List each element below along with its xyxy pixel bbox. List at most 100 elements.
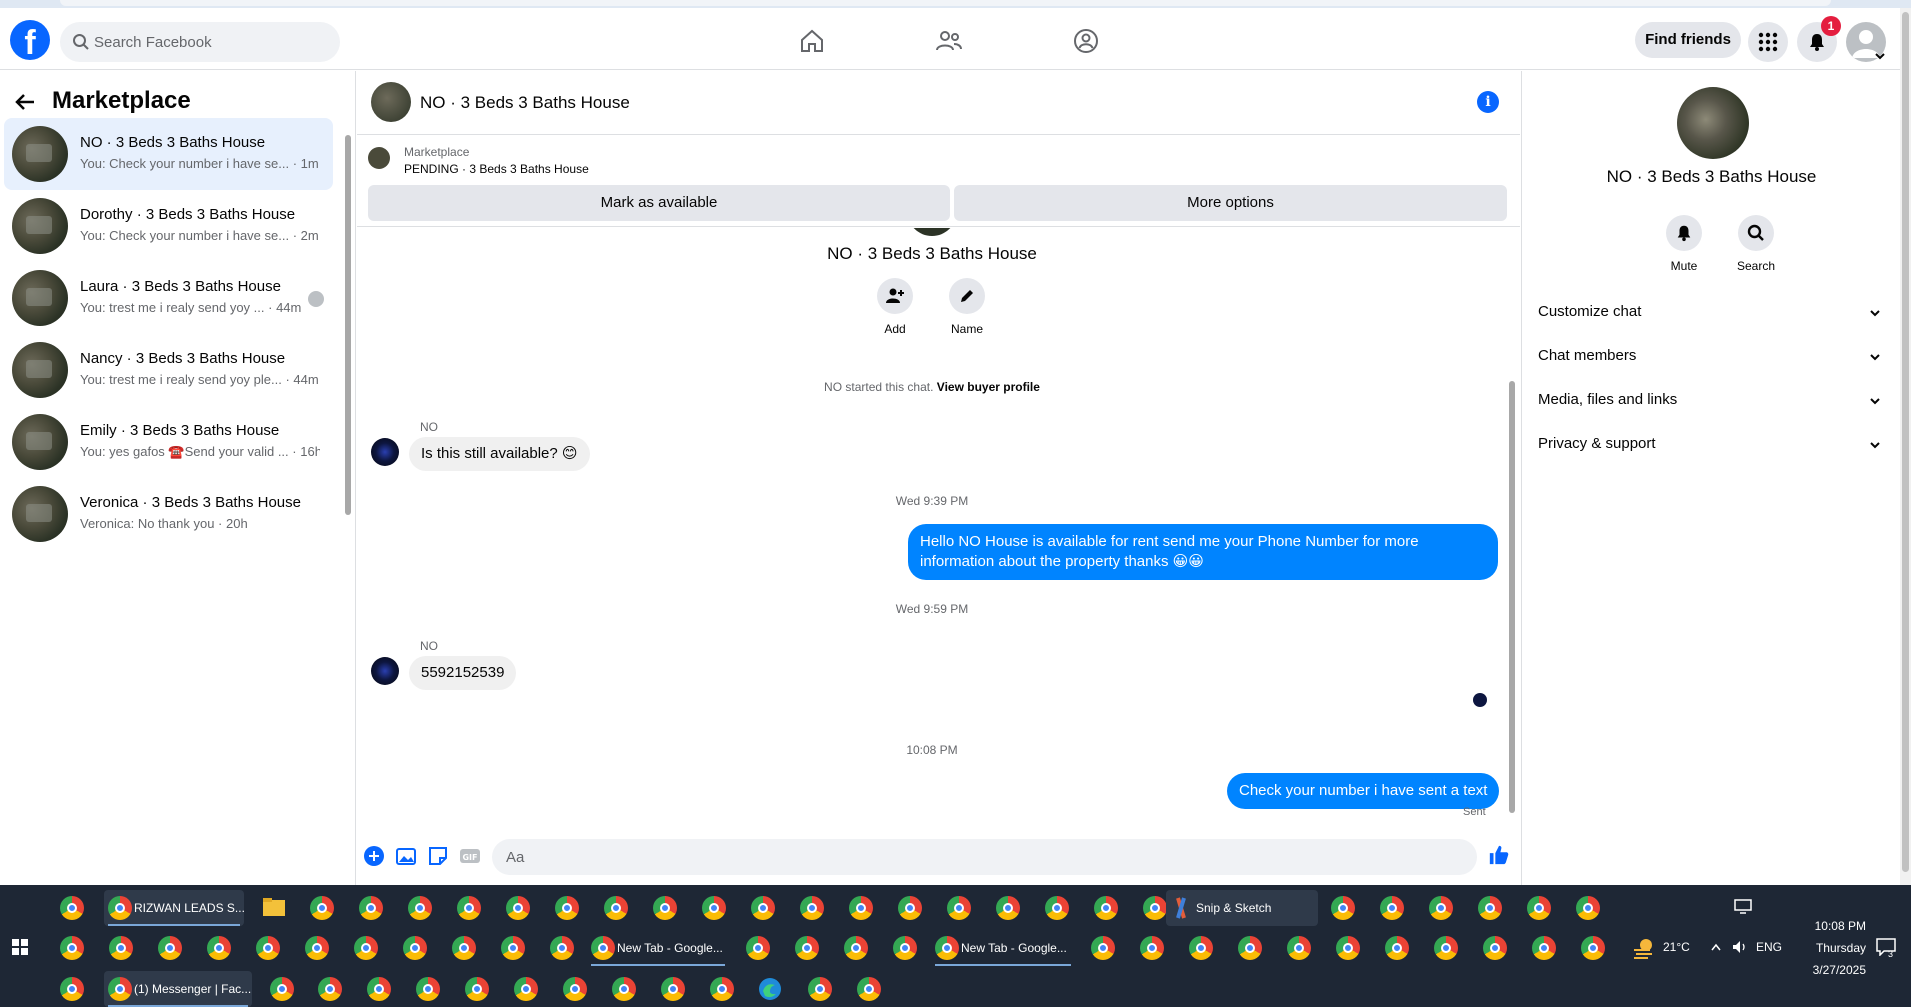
chrome-icon[interactable] — [1429, 896, 1453, 920]
plus-circle-icon[interactable] — [363, 845, 385, 867]
groups-icon[interactable] — [1071, 26, 1101, 56]
chrome-icon[interactable] — [550, 936, 574, 960]
chrome-icon[interactable] — [158, 936, 182, 960]
chrome-icon[interactable] — [653, 896, 677, 920]
chrome-icon[interactable] — [563, 977, 587, 1001]
chrome-icon[interactable] — [710, 977, 734, 1001]
chrome-icon[interactable] — [1532, 936, 1556, 960]
outgoing-message[interactable]: Check your number i have sent a text — [1227, 773, 1500, 809]
conversation-item[interactable]: Nancy · 3 Beds 3 Baths House You: trest … — [4, 334, 333, 406]
photo-icon[interactable] — [395, 845, 417, 867]
conversation-item[interactable]: NO · 3 Beds 3 Baths House You: Check you… — [4, 118, 333, 190]
conversation-item[interactable]: Dorothy · 3 Beds 3 Baths House You: Chec… — [4, 190, 333, 262]
chat-title[interactable]: NO · 3 Beds 3 Baths House — [420, 93, 630, 113]
conversation-avatar[interactable] — [1677, 87, 1749, 159]
customize-chat-section[interactable]: Customize chat — [1530, 290, 1890, 334]
chrome-icon[interactable] — [746, 936, 770, 960]
scrollbar-thumb[interactable] — [1902, 12, 1909, 872]
sticker-icon[interactable] — [427, 845, 449, 867]
listing-status[interactable]: PENDING · 3 Beds 3 Baths House — [404, 162, 589, 176]
chrome-icon[interactable] — [800, 896, 824, 920]
chrome-icon[interactable] — [514, 977, 538, 1001]
chrome-icon[interactable] — [1091, 936, 1115, 960]
temperature-label[interactable]: 21°C — [1663, 940, 1690, 954]
menu-button[interactable] — [1748, 22, 1788, 62]
chrome-icon[interactable] — [452, 936, 476, 960]
chrome-icon[interactable] — [60, 896, 84, 920]
chrome-icon[interactable] — [1483, 936, 1507, 960]
chrome-icon[interactable] — [207, 936, 231, 960]
chrome-icon[interactable] — [893, 936, 917, 960]
conversation-item[interactable]: Veronica · 3 Beds 3 Baths House Veronica… — [4, 478, 333, 550]
mark-as-available-button[interactable]: Mark as available — [368, 185, 950, 221]
friends-icon[interactable] — [934, 26, 964, 56]
message-input-wrapper[interactable] — [492, 839, 1603, 875]
thumbs-up-icon[interactable] — [1488, 844, 1510, 866]
chrome-icon[interactable] — [359, 896, 383, 920]
chrome-icon[interactable] — [1581, 936, 1605, 960]
search-conversation-action[interactable]: Search — [1726, 215, 1786, 273]
edge-icon[interactable] — [758, 977, 782, 1001]
thread-scrollbar[interactable] — [1507, 231, 1517, 821]
media-files-links-section[interactable]: Media, files and links — [1530, 378, 1890, 422]
chrome-icon[interactable] — [305, 936, 329, 960]
chrome-icon[interactable] — [702, 896, 726, 920]
chrome-icon[interactable] — [416, 977, 440, 1001]
scrollbar-thumb[interactable] — [345, 135, 351, 515]
chrome-icon[interactable] — [1238, 936, 1262, 960]
name-action[interactable]: Name — [937, 278, 997, 336]
taskbar-item-snip-sketch[interactable]: Snip & Sketch — [1166, 890, 1318, 926]
message-input[interactable] — [506, 839, 1406, 875]
outgoing-message[interactable]: Hello NO House is available for rent sen… — [908, 524, 1498, 580]
conversation-item[interactable]: Laura · 3 Beds 3 Baths House You: trest … — [4, 262, 333, 334]
mute-action[interactable]: Mute — [1654, 215, 1714, 273]
chevron-up-icon[interactable] — [1710, 942, 1722, 952]
chrome-icon[interactable] — [457, 896, 481, 920]
chrome-icon[interactable] — [270, 977, 294, 1001]
incoming-message[interactable]: 5592152539 — [409, 656, 517, 690]
chrome-icon[interactable] — [1331, 896, 1355, 920]
search-input[interactable] — [94, 22, 334, 62]
chrome-icon[interactable] — [555, 896, 579, 920]
back-arrow-icon[interactable] — [14, 91, 36, 113]
chrome-icon[interactable] — [506, 896, 530, 920]
chrome-icon[interactable] — [1336, 936, 1360, 960]
chrome-icon[interactable] — [898, 896, 922, 920]
weather-icon[interactable] — [1632, 937, 1656, 959]
facebook-logo[interactable]: f — [10, 20, 50, 60]
chrome-icon[interactable] — [661, 977, 685, 1001]
chevron-down-icon[interactable] — [1874, 50, 1886, 62]
chrome-icon[interactable] — [996, 896, 1020, 920]
chrome-icon[interactable] — [256, 936, 280, 960]
search-box[interactable] — [60, 22, 340, 62]
chrome-icon[interactable] — [367, 977, 391, 1001]
chrome-icon[interactable] — [60, 936, 84, 960]
chat-members-section[interactable]: Chat members — [1530, 334, 1890, 378]
chrome-icon[interactable] — [604, 896, 628, 920]
add-people-action[interactable]: Add — [865, 278, 925, 336]
chrome-icon[interactable] — [465, 977, 489, 1001]
chrome-icon[interactable] — [751, 896, 775, 920]
incoming-message[interactable]: Is this still available? 😊 — [409, 437, 590, 471]
chrome-icon[interactable] — [947, 896, 971, 920]
gif-icon[interactable]: GIF — [459, 845, 481, 867]
chrome-icon[interactable] — [354, 936, 378, 960]
sender-avatar[interactable] — [371, 438, 399, 466]
chrome-icon[interactable] — [1140, 936, 1164, 960]
chrome-icon[interactable] — [808, 977, 832, 1001]
taskbar-item-rizwan-leads[interactable]: RIZWAN LEADS S... — [104, 890, 244, 926]
find-friends-button[interactable]: Find friends — [1635, 22, 1741, 58]
chrome-icon[interactable] — [795, 936, 819, 960]
home-icon[interactable] — [797, 26, 827, 56]
chrome-icon[interactable] — [1189, 936, 1213, 960]
chrome-icon[interactable] — [501, 936, 525, 960]
system-clock[interactable]: 10:08 PM Thursday 3/27/2025 — [1776, 915, 1866, 981]
chrome-icon[interactable] — [310, 896, 334, 920]
taskbar-item-messenger[interactable]: (1) Messenger | Fac... — [104, 971, 252, 1007]
sender-avatar[interactable] — [371, 657, 399, 685]
conversation-item[interactable]: Emily · 3 Beds 3 Baths House You: yes ga… — [4, 406, 333, 478]
file-explorer-icon[interactable] — [262, 896, 286, 918]
scrollbar-thumb[interactable] — [1509, 381, 1515, 813]
windows-start-icon[interactable] — [12, 939, 28, 955]
chrome-icon[interactable] — [1527, 896, 1551, 920]
